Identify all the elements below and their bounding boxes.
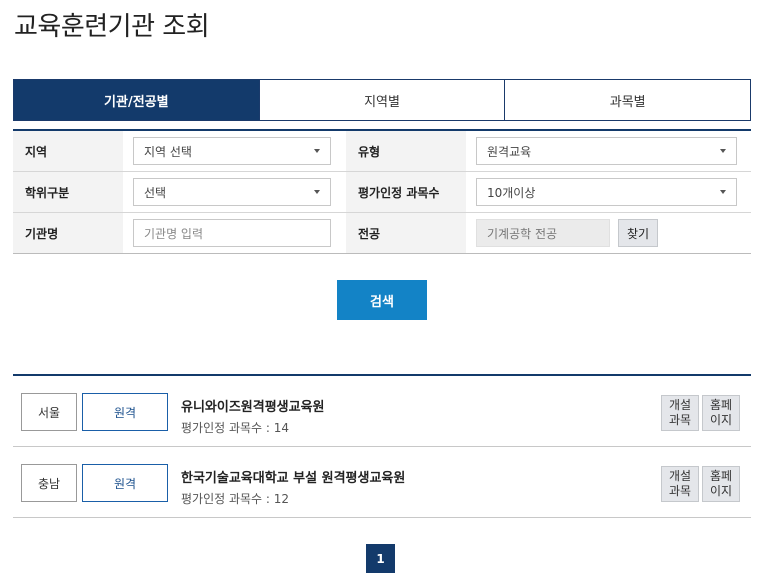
results-list: 서울 원격 유니와이즈원격평생교육원 평가인정 과목수 : 14 개설과목 홈페… — [13, 374, 751, 518]
type-select[interactable]: 원격교육 — [476, 137, 737, 165]
chevron-down-icon — [314, 149, 320, 153]
region-select[interactable]: 지역 선택 — [133, 137, 331, 165]
institution-name-link[interactable]: 한국기술교육대학교 부설 원격평생교육원 — [181, 467, 405, 486]
tab-institution-major[interactable]: 기관/전공별 — [14, 80, 259, 120]
chevron-down-icon — [314, 190, 320, 194]
form-row: 지역 지역 선택 유형 원격교육 — [13, 131, 751, 172]
chevron-down-icon — [720, 190, 726, 194]
open-courses-button[interactable]: 개설과목 — [661, 466, 699, 502]
region-select-value: 지역 선택 — [144, 144, 192, 159]
type-badge: 원격 — [82, 464, 168, 502]
list-item: 서울 원격 유니와이즈원격평생교육원 평가인정 과목수 : 14 개설과목 홈페… — [13, 376, 751, 447]
tab-subject[interactable]: 과목별 — [504, 80, 751, 120]
degree-select-value: 선택 — [144, 185, 167, 200]
type-field: 원격교육 — [466, 131, 751, 171]
region-badge: 충남 — [21, 464, 77, 502]
page-number-button[interactable]: 1 — [366, 544, 395, 573]
institution-name-input[interactable]: 기관명 입력 — [133, 219, 331, 247]
tab-region[interactable]: 지역별 — [258, 80, 505, 120]
eval-count-select[interactable]: 10개이상 — [476, 178, 737, 206]
degree-select[interactable]: 선택 — [133, 178, 331, 206]
form-row: 학위구분 선택 평가인정 과목수 10개이상 — [13, 172, 751, 213]
eval-count-label: 평가인정 과목수 — [346, 172, 466, 212]
region-field: 지역 선택 — [123, 131, 346, 171]
institution-field: 기관명 입력 — [123, 213, 346, 253]
search-form: 지역 지역 선택 유형 원격교육 학위구분 선택 평가인정 과목수 10개이상 — [13, 129, 751, 254]
chevron-down-icon — [720, 149, 726, 153]
institution-name-link[interactable]: 유니와이즈원격평생교육원 — [181, 396, 325, 415]
find-button[interactable]: 찾기 — [618, 219, 658, 247]
homepage-button[interactable]: 홈페이지 — [702, 395, 740, 431]
eval-count-text: 평가인정 과목수 : 14 — [181, 421, 290, 435]
institution-label: 기관명 — [13, 213, 123, 253]
type-label: 유형 — [346, 131, 466, 171]
eval-count-text: 평가인정 과목수 : 12 — [181, 492, 290, 506]
eval-count-select-value: 10개이상 — [487, 185, 536, 200]
list-item: 충남 원격 한국기술교육대학교 부설 원격평생교육원 평가인정 과목수 : 12… — [13, 447, 751, 518]
form-row: 기관명 기관명 입력 전공 기계공학 전공 찾기 — [13, 213, 751, 254]
homepage-button[interactable]: 홈페이지 — [702, 466, 740, 502]
region-label: 지역 — [13, 131, 123, 171]
eval-count-field: 10개이상 — [466, 172, 751, 212]
search-button[interactable]: 검색 — [337, 280, 427, 320]
search-tabs: 기관/전공별 지역별 과목별 — [13, 79, 751, 121]
degree-field: 선택 — [123, 172, 346, 212]
major-input[interactable]: 기계공학 전공 — [476, 219, 610, 247]
region-badge: 서울 — [21, 393, 77, 431]
open-courses-button[interactable]: 개설과목 — [661, 395, 699, 431]
type-badge: 원격 — [82, 393, 168, 431]
major-field: 기계공학 전공 찾기 — [466, 213, 751, 253]
type-select-value: 원격교육 — [487, 144, 532, 159]
major-label: 전공 — [346, 213, 466, 253]
degree-label: 학위구분 — [13, 172, 123, 212]
page-title: 교육훈련기관 조회 — [14, 12, 210, 42]
